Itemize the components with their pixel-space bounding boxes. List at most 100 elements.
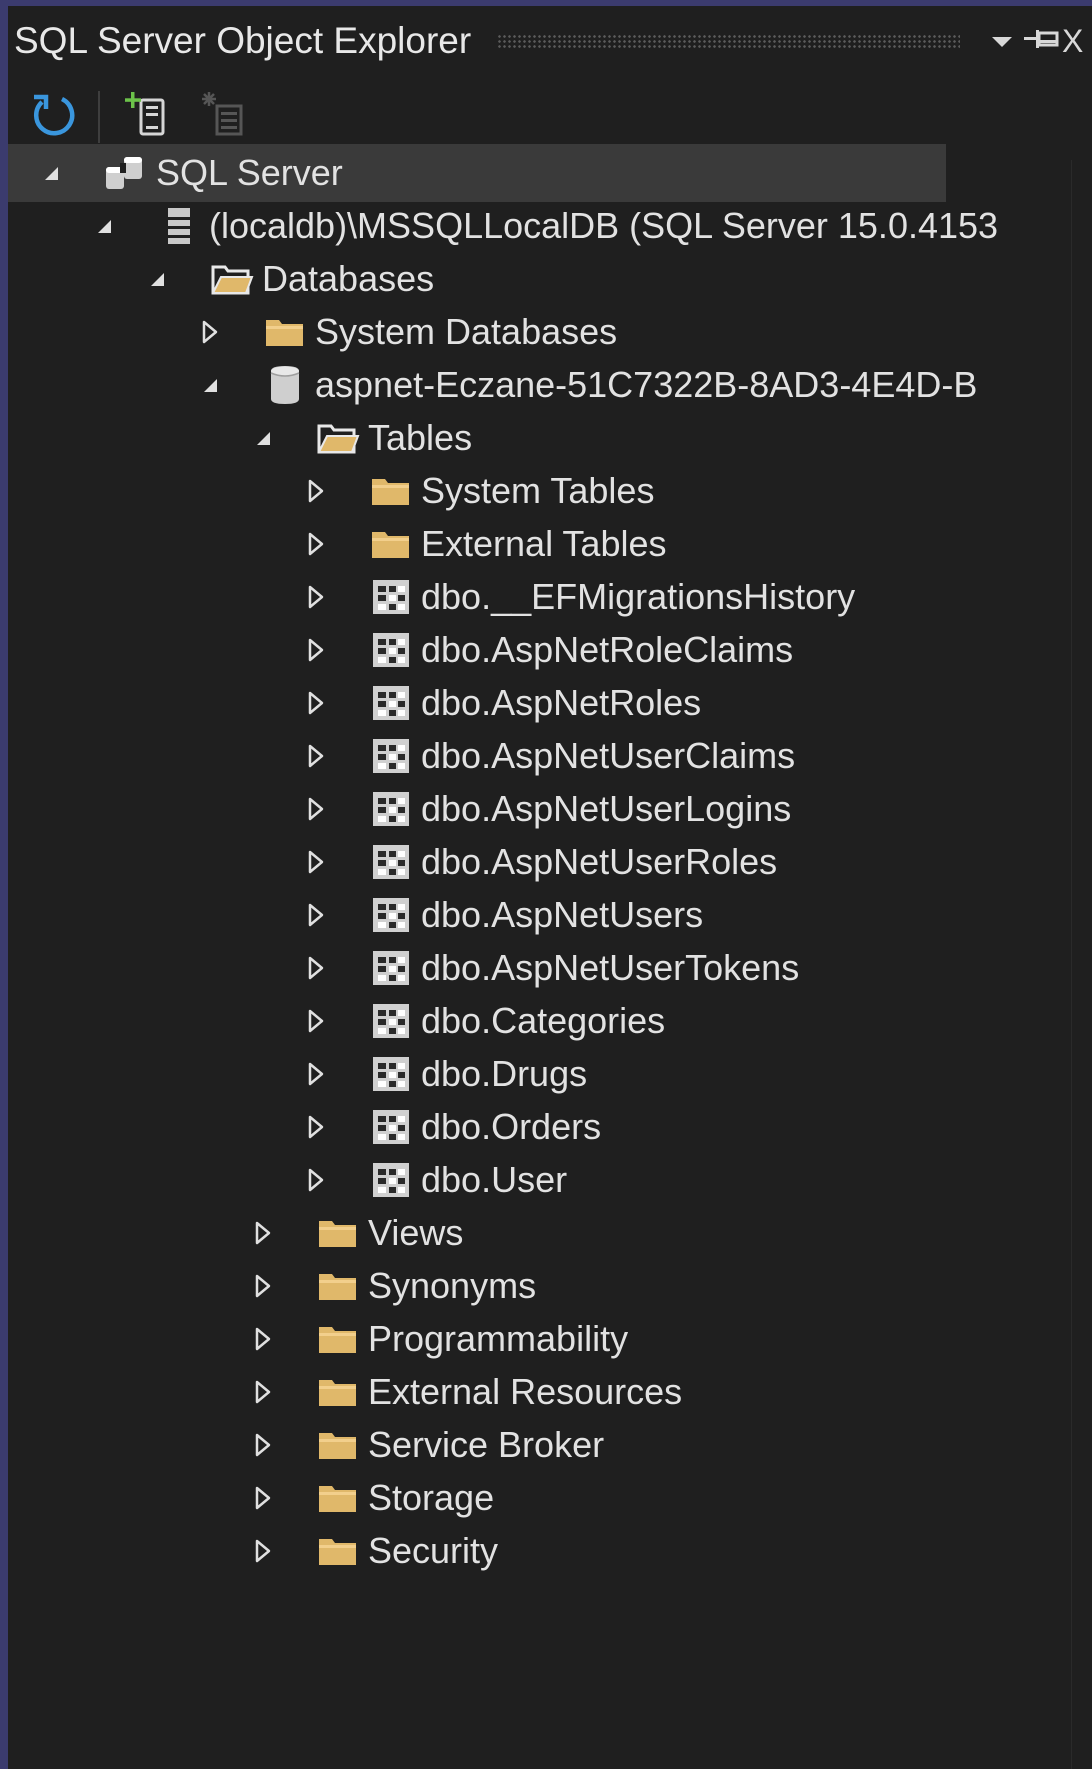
vertical-scrollbar[interactable] bbox=[1071, 160, 1092, 1769]
tree-node-label: External Resources bbox=[368, 1371, 683, 1412]
table-icon bbox=[369, 630, 413, 670]
open-folder-icon bbox=[316, 418, 360, 458]
expand-arrow-icon[interactable] bbox=[248, 1257, 278, 1315]
tree-node[interactable]: SQL Server bbox=[8, 144, 946, 202]
expand-arrow-icon[interactable] bbox=[301, 780, 331, 838]
expand-arrow-icon[interactable] bbox=[301, 833, 331, 891]
table-icon bbox=[369, 577, 413, 617]
table-icon bbox=[369, 895, 413, 935]
collapse-arrow-icon[interactable] bbox=[36, 144, 66, 202]
expand-arrow-icon[interactable] bbox=[248, 1310, 278, 1368]
tree-node[interactable]: dbo.__EFMigrationsHistory bbox=[8, 568, 1070, 626]
collapse-arrow-icon[interactable] bbox=[248, 409, 278, 467]
window-title: SQL Server Object Explorer bbox=[14, 20, 472, 61]
tree-node[interactable]: dbo.AspNetUserRoles bbox=[8, 833, 1070, 891]
expand-arrow-icon[interactable] bbox=[248, 1363, 278, 1421]
title-drag-grip[interactable] bbox=[497, 34, 960, 48]
title-bar[interactable]: SQL Server Object Explorer X bbox=[8, 6, 1092, 76]
tree-node-label: Synonyms bbox=[368, 1265, 537, 1306]
close-icon[interactable]: X bbox=[1062, 23, 1092, 60]
tree-node[interactable]: Views bbox=[8, 1204, 1070, 1262]
add-server-icon bbox=[121, 90, 171, 145]
refresh-button[interactable] bbox=[22, 85, 86, 149]
expand-arrow-icon[interactable] bbox=[195, 303, 225, 361]
tree-node-label: aspnet-Eczane-51C7322B-8AD3-4E4D-B bbox=[315, 364, 978, 405]
collapse-arrow-icon[interactable] bbox=[195, 356, 225, 414]
add-sql-server-button[interactable] bbox=[114, 85, 178, 149]
expand-arrow-icon[interactable] bbox=[301, 462, 331, 520]
tree-node-label: External Tables bbox=[421, 523, 667, 564]
tree-node[interactable]: dbo.Categories bbox=[8, 992, 1070, 1050]
tree-node-label: SQL Server bbox=[156, 152, 343, 193]
sql-server-object-explorer-window: SQL Server Object Explorer X SQL Server … bbox=[0, 0, 1092, 1769]
tree-node-label: System Tables bbox=[421, 470, 655, 511]
tree-node[interactable]: External Resources bbox=[8, 1363, 1070, 1421]
tree-node-label: Storage bbox=[368, 1477, 495, 1518]
folder-icon bbox=[369, 471, 413, 511]
tree-node[interactable]: dbo.AspNetRoles bbox=[8, 674, 1070, 732]
expand-arrow-icon[interactable] bbox=[301, 992, 331, 1050]
tree-node-label: dbo.__EFMigrationsHistory bbox=[421, 576, 856, 617]
expand-arrow-icon[interactable] bbox=[248, 1416, 278, 1474]
tree-node[interactable]: dbo.AspNetUserLogins bbox=[8, 780, 1070, 838]
tree-node[interactable]: System Databases bbox=[8, 303, 1070, 361]
expand-arrow-icon[interactable] bbox=[301, 674, 331, 732]
dropdown-icon[interactable] bbox=[982, 24, 1022, 58]
expand-arrow-icon[interactable] bbox=[301, 621, 331, 679]
tree-node[interactable]: dbo.AspNetUserTokens bbox=[8, 939, 1070, 997]
tree-node[interactable]: (localdb)\MSSQLLocalDB (SQL Server 15.0.… bbox=[8, 197, 1070, 255]
collapse-arrow-icon[interactable] bbox=[89, 197, 119, 255]
tree-node[interactable]: Storage bbox=[8, 1469, 1070, 1527]
expand-arrow-icon[interactable] bbox=[248, 1469, 278, 1527]
tree-node-label: Views bbox=[368, 1212, 464, 1253]
table-icon bbox=[369, 842, 413, 882]
tree-node-label: dbo.AspNetUserLogins bbox=[421, 788, 792, 829]
folder-icon bbox=[316, 1266, 360, 1306]
tree-node[interactable]: Synonyms bbox=[8, 1257, 1070, 1315]
expand-arrow-icon[interactable] bbox=[301, 886, 331, 944]
collapse-arrow-icon[interactable] bbox=[142, 250, 172, 308]
tree-node-label: dbo.AspNetUserTokens bbox=[421, 947, 800, 988]
tree-node[interactable]: dbo.Drugs bbox=[8, 1045, 1070, 1103]
toolbar-separator bbox=[98, 91, 100, 143]
expand-arrow-icon[interactable] bbox=[301, 1151, 331, 1209]
table-icon bbox=[369, 1160, 413, 1200]
expand-arrow-icon[interactable] bbox=[248, 1522, 278, 1580]
tree-node[interactable]: Security bbox=[8, 1522, 1070, 1580]
tree-node[interactable]: Tables bbox=[8, 409, 1070, 467]
expand-arrow-icon[interactable] bbox=[301, 1045, 331, 1103]
tree-node-label: Service Broker bbox=[368, 1424, 605, 1465]
tree-node[interactable]: External Tables bbox=[8, 515, 1070, 573]
tree-node-label: Databases bbox=[262, 258, 435, 299]
tree-node[interactable]: dbo.AspNetUsers bbox=[8, 886, 1070, 944]
tree-node-label: System Databases bbox=[315, 311, 618, 352]
tree-node[interactable]: Programmability bbox=[8, 1310, 1070, 1368]
tree-node[interactable]: dbo.User bbox=[8, 1151, 1070, 1209]
tree-node[interactable]: dbo.AspNetRoleClaims bbox=[8, 621, 1070, 679]
sql-server-icon bbox=[104, 153, 148, 193]
expand-arrow-icon[interactable] bbox=[301, 1098, 331, 1156]
tree-node[interactable]: dbo.AspNetUserClaims bbox=[8, 727, 1070, 785]
expand-arrow-icon[interactable] bbox=[301, 515, 331, 573]
new-query-icon bbox=[199, 90, 249, 145]
new-query-button[interactable] bbox=[192, 85, 256, 149]
pin-icon[interactable] bbox=[1022, 25, 1062, 57]
tree-node-label: dbo.AspNetUsers bbox=[421, 894, 704, 935]
expand-arrow-icon[interactable] bbox=[301, 727, 331, 785]
tree-node[interactable]: dbo.Orders bbox=[8, 1098, 1070, 1156]
tree-node[interactable]: Databases bbox=[8, 250, 1070, 308]
tree-node-label: dbo.User bbox=[421, 1159, 568, 1200]
tree-node-label: dbo.AspNetRoles bbox=[421, 682, 702, 723]
tree-node[interactable]: Service Broker bbox=[8, 1416, 1070, 1474]
tree-node-label: dbo.AspNetUserClaims bbox=[421, 735, 796, 776]
table-icon bbox=[369, 736, 413, 776]
tree-node-label: Tables bbox=[368, 417, 473, 458]
folder-icon bbox=[369, 524, 413, 564]
database-icon bbox=[263, 365, 307, 405]
tree-node[interactable]: aspnet-Eczane-51C7322B-8AD3-4E4D-B bbox=[8, 356, 1070, 414]
expand-arrow-icon[interactable] bbox=[301, 568, 331, 626]
expand-arrow-icon[interactable] bbox=[301, 939, 331, 997]
tree-node[interactable]: System Tables bbox=[8, 462, 1070, 520]
table-icon bbox=[369, 1001, 413, 1041]
expand-arrow-icon[interactable] bbox=[248, 1204, 278, 1262]
